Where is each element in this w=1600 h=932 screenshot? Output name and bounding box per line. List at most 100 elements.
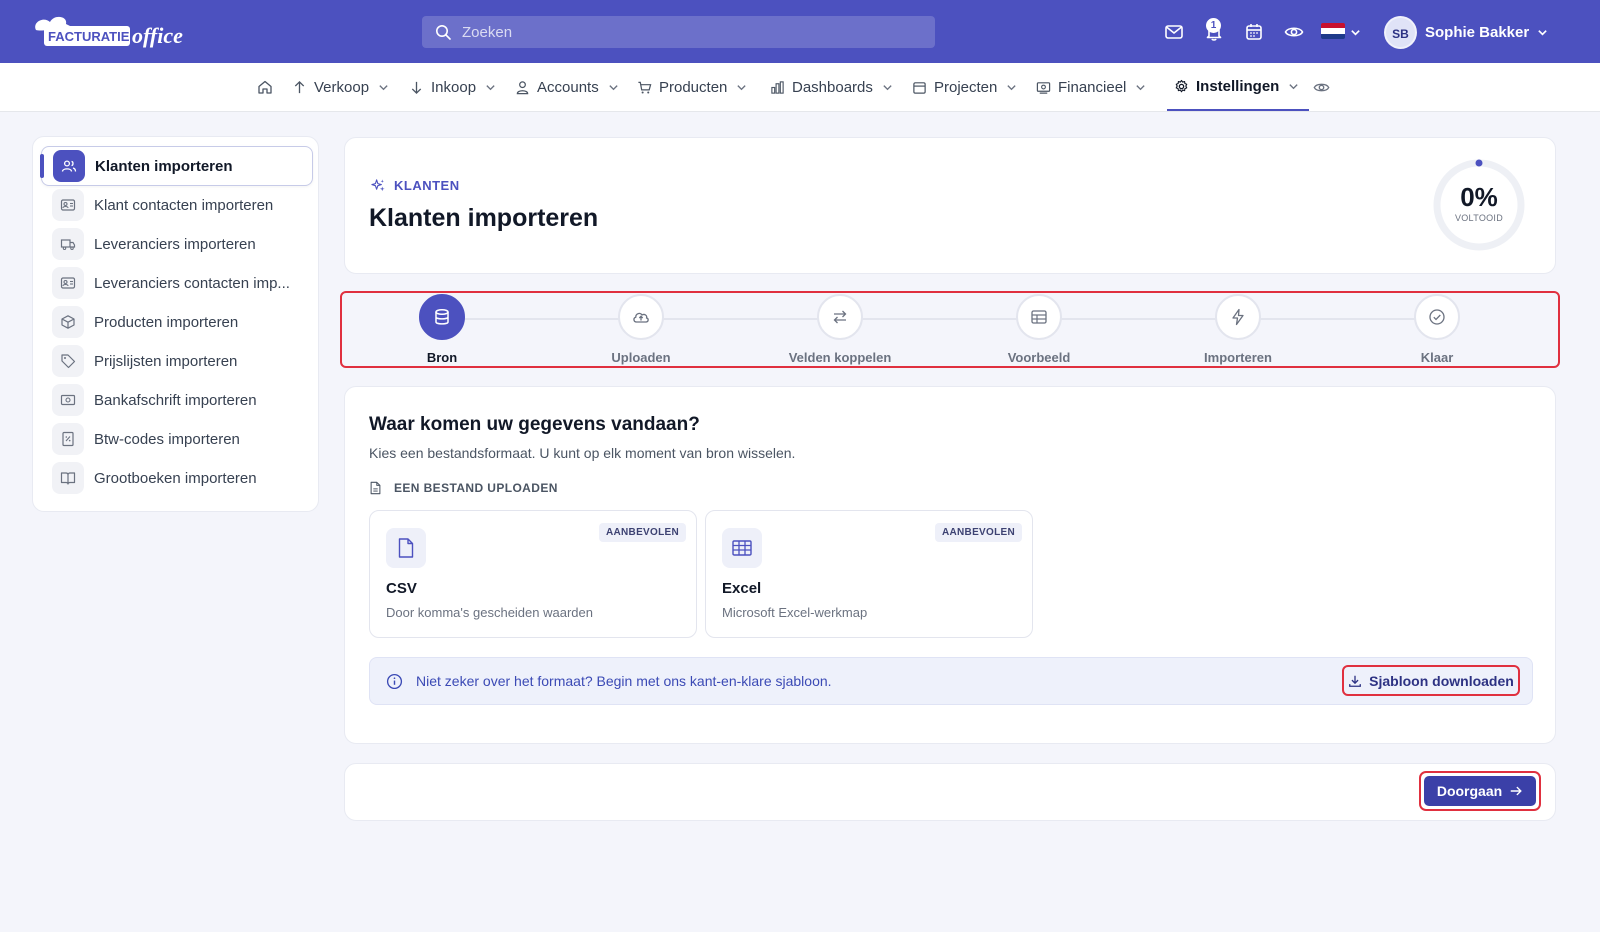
nav-projecten[interactable]: Projecten [912,63,1017,111]
recommended-badge: AANBEVOLEN [934,523,1022,542]
page-title: Klanten importeren [369,204,599,232]
continue-button[interactable]: Doorgaan [1419,771,1541,811]
nav-inkoop[interactable]: Inkoop [409,63,496,111]
chevron-down-icon [609,84,618,90]
sidebar-item-label: Klant contacten importeren [94,196,274,214]
folder-icon [913,81,926,94]
notification-badge: 1 [1206,18,1221,33]
nav-instellingen[interactable]: Instellingen [1167,63,1310,111]
sidebar-item-leveranciers[interactable]: Leveranciers importeren [41,224,313,264]
sidebar-item-leveranciers-contacten[interactable]: Leveranciers contacten imp... [41,263,313,303]
arrow-down-icon [411,81,422,94]
nav-accounts[interactable]: Accounts [515,63,619,111]
source-question-title: Waar komen uw gegevens vandaan? [369,414,700,435]
import-sidebar: Klanten importeren Klant contacten impor… [32,136,319,512]
chevron-down-icon [1007,84,1017,90]
sidebar-item-label: Grootboeken importeren [94,469,257,487]
contact-card-icon [52,267,84,299]
sidebar-item-label: Leveranciers importeren [94,235,256,253]
nav-label: Dashboards [792,78,873,96]
spreadsheet-icon [722,528,762,568]
money-icon [1036,81,1051,94]
progress-label: VOLTOOID [1454,213,1504,223]
sidebar-item-bankafschrift[interactable]: Bankafschrift importeren [41,380,313,420]
search-icon [436,25,451,40]
step-label: Velden koppelen [788,350,892,365]
search-input[interactable]: Zoeken [422,16,935,48]
step-label: Importeren [1204,350,1272,365]
contact-card-icon [52,189,84,221]
bar-chart-icon [771,80,784,94]
language-flag-nl-icon[interactable] [1321,23,1345,39]
avatar[interactable]: SB [1384,16,1417,49]
step-voorbeeld[interactable]: Voorbeeld [969,294,1109,365]
home-icon [258,80,272,94]
calendar-icon[interactable] [1244,22,1264,42]
percent-file-icon [52,423,84,455]
step-importeren[interactable]: Importeren [1168,294,1308,365]
sidebar-item-grootboeken[interactable]: Grootboeken importeren [41,458,313,498]
nav-financieel[interactable]: Financieel [1036,63,1146,111]
step-uploaden[interactable]: Uploaden [571,294,711,365]
search-placeholder: Zoeken [462,24,513,41]
download-template-button[interactable]: Sjabloon downloaden [1342,665,1520,696]
step-klaar[interactable]: Klaar [1367,294,1507,365]
chevron-down-icon [1136,84,1146,90]
nav-home[interactable] [257,63,273,111]
logo-word-office: office [132,23,183,48]
sidebar-item-label: Producten importeren [94,313,239,331]
file-icon [386,528,426,568]
mail-icon[interactable] [1164,22,1184,42]
sidebar-item-label: Klanten importeren [95,157,233,175]
sidebar-item-klanten-importeren[interactable]: Klanten importeren [41,146,313,186]
facturatie-office-logo[interactable]: FACTURATIE office [30,12,210,52]
nav-visibility-toggle[interactable] [1313,63,1337,111]
nav-label: Projecten [934,78,998,96]
lightning-icon [1215,294,1261,340]
user-name[interactable]: Sophie Bakker [1425,24,1529,41]
arrow-up-icon [294,80,305,93]
chevron-down-icon [737,84,747,90]
sparkles-icon [371,179,385,192]
user-icon [516,80,529,94]
sidebar-active-indicator [40,154,44,178]
format-card-excel[interactable]: AANBEVOLEN Excel Microsoft Excel-werkmap [705,510,1033,638]
page-header-card: KLANTEN Klanten importeren 0% VOLTOOID [344,137,1556,274]
continue-label: Doorgaan [1436,783,1503,799]
sidebar-item-prijslijsten[interactable]: Prijslijsten importeren [41,341,313,381]
step-label: Voorbeeld [1007,350,1071,365]
truck-icon [52,228,84,260]
chevron-down-icon [486,84,495,90]
progress-percentage: 0% [1460,182,1498,212]
sidebar-item-producten[interactable]: Producten importeren [41,302,313,342]
arrows-swap-icon [817,294,863,340]
document-icon [370,481,381,495]
download-icon [1349,675,1362,687]
book-icon [52,462,84,494]
banknote-icon [52,384,84,416]
arrow-right-icon [1510,786,1522,796]
main-navigation: Verkoop Inkoop Accounts Producten Dashbo… [0,63,1600,112]
tag-icon [52,345,84,377]
step-velden-koppelen[interactable]: Velden koppelen [770,294,910,365]
recommended-badge: AANBEVOLEN [598,523,686,542]
nav-producten[interactable]: Producten [637,63,747,111]
source-selection-card: Waar komen uw gegevens vandaan? Kies een… [344,386,1556,744]
format-card-csv[interactable]: AANBEVOLEN CSV Door komma's gescheiden w… [369,510,697,638]
sidebar-item-label: Btw-codes importeren [94,430,240,448]
nav-label: Verkoop [314,78,370,96]
step-bron[interactable]: Bron [372,294,512,365]
cart-icon [638,81,652,93]
eye-icon[interactable] [1284,22,1304,42]
sidebar-item-btw-codes[interactable]: Btw-codes importeren [41,419,313,459]
nav-dashboards[interactable]: Dashboards [770,63,893,111]
sidebar-item-klant-contacten[interactable]: Klant contacten importeren [41,185,313,225]
nav-verkoop[interactable]: Verkoop [292,63,389,111]
chevron-down-icon [379,84,388,90]
chevron-down-icon[interactable] [1350,27,1361,38]
cloud-upload-icon [618,294,664,340]
user-menu-chevron-icon[interactable] [1537,27,1548,38]
sidebar-item-label: Leveranciers contacten imp... [94,274,290,292]
eye-icon [1313,83,1330,91]
step-label: Bron [426,350,458,365]
